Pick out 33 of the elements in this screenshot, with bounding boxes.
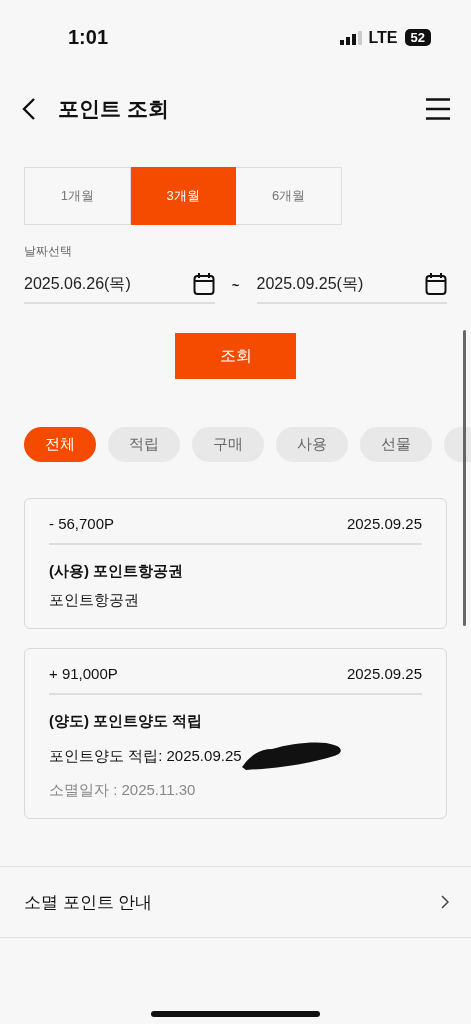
history-detail: 포인트양도 적립: 2025.09.25 <box>49 746 242 766</box>
history-date: 2025.09.25 <box>346 515 422 532</box>
back-icon[interactable] <box>22 97 36 121</box>
expiry-date: 소멸일자 : 2025.11.30 <box>49 781 197 800</box>
filter-chip[interactable]: 구매 <box>192 427 264 462</box>
history-title: (사용) 포인트항공권 <box>49 562 185 581</box>
signal-icon <box>339 30 362 45</box>
page-title: 포인트 조회 <box>58 96 170 122</box>
status-time: 1:01 <box>68 26 109 49</box>
history-title: (양도) 포인트양도 적립 <box>49 712 204 731</box>
period-tab[interactable]: 6개월 <box>236 167 342 225</box>
point-amount: + 91,000P <box>49 665 118 682</box>
chevron-right-icon <box>441 895 449 909</box>
history-detail: 포인트항공권 <box>49 591 139 610</box>
filter-chip[interactable]: 적립 <box>108 427 180 462</box>
history-date: 2025.09.25 <box>346 665 422 682</box>
network-label: LTE <box>368 28 398 47</box>
filter-chip[interactable]: 선물 <box>360 427 432 462</box>
date-label: 날짜선택 <box>24 243 73 260</box>
filter-chip[interactable]: 사용 <box>276 427 348 462</box>
menu-icon[interactable] <box>425 98 451 120</box>
start-date-field[interactable]: 2025.06.26(목) <box>24 266 215 304</box>
filter-chip[interactable]: 전체 <box>24 427 96 462</box>
range-separator: ~ <box>230 277 241 293</box>
calendar-icon[interactable] <box>192 272 215 296</box>
search-button[interactable]: 조회 <box>175 333 296 379</box>
period-tab[interactable]: 3개월 <box>130 167 237 225</box>
point-amount: - 56,700P <box>49 515 115 532</box>
calendar-icon[interactable] <box>425 272 447 296</box>
period-tab[interactable]: 1개월 <box>24 167 131 225</box>
expiring-points-link[interactable]: 소멸 포인트 안내 <box>0 866 471 938</box>
battery-level: 52 <box>404 29 431 46</box>
end-date-field[interactable]: 2025.09.25(목) <box>256 266 447 304</box>
